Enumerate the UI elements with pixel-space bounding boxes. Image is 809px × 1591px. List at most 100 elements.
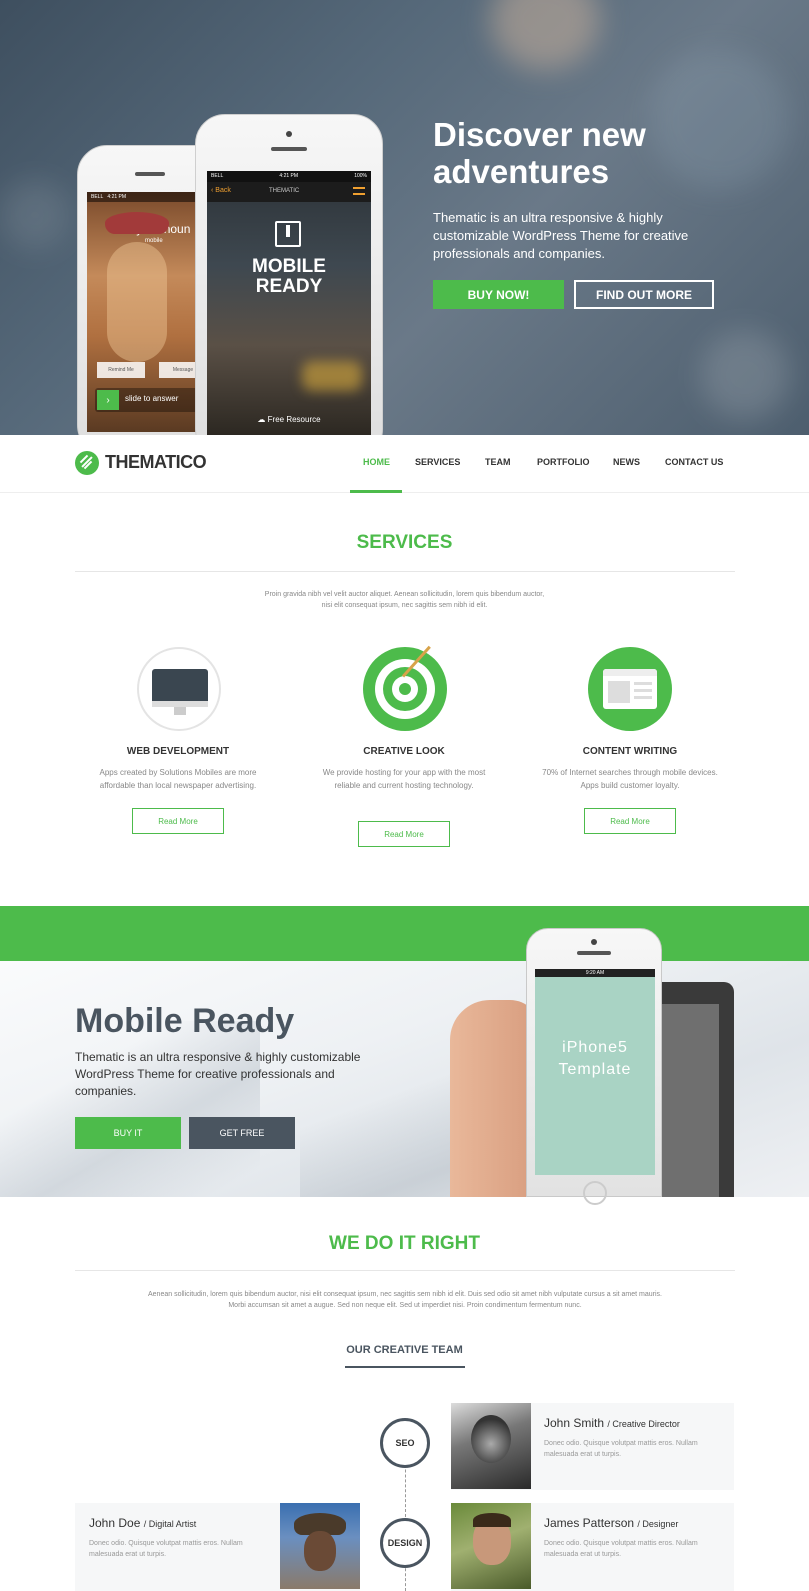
battery-label: 100% (354, 173, 367, 179)
speaker-icon (271, 147, 307, 151)
member-photo (451, 1503, 531, 1589)
back-button[interactable]: ‹ Back (211, 187, 231, 194)
member-name-line: John Smith / Creative Director (544, 1416, 680, 1430)
member-name-line: James Patterson / Designer (544, 1516, 678, 1530)
remind-button[interactable]: Remind Me (97, 362, 145, 378)
nav-item-services[interactable]: SERVICES (415, 457, 460, 467)
buy-it-button[interactable]: BUY IT (75, 1117, 181, 1149)
divider (75, 571, 735, 572)
nav-item-news[interactable]: NEWS (613, 457, 640, 467)
app-screen: BELL 4:21 PM 100% ‹ Back THEMATIC MOBILE… (207, 171, 371, 435)
download-arrow (286, 225, 290, 237)
member-photo (451, 1403, 531, 1489)
nav-item-team[interactable]: TEAM (485, 457, 511, 467)
text-line1: Donec odio. Quisque volutpat mattis eros… (89, 1540, 243, 1547)
services-title: SERVICES (356, 532, 453, 553)
headline-line1: MOBILE (252, 256, 326, 277)
monitor-stand (174, 707, 186, 715)
phone-right: BELL 4:21 PM 100% ‹ Back THEMATIC MOBILE… (195, 114, 383, 435)
divider (75, 1270, 735, 1271)
speaker-icon (135, 172, 165, 176)
nav-item-contact-us[interactable]: CONTACT US (665, 457, 723, 467)
service-title-content-writing: CONTENT WRITING (582, 746, 678, 757)
text-line2: malesuada erat ut turpis. (544, 1551, 622, 1558)
text-line2: malesuada erat ut turpis. (89, 1551, 167, 1558)
member-role: / Creative Director (607, 1419, 680, 1429)
bokeh-light (0, 180, 70, 250)
member-text: Donec odio. Quisque volutpat mattis eros… (544, 1438, 729, 1460)
slide-label: slide to answer (125, 394, 179, 403)
green-band (0, 906, 809, 961)
iphone-status-time: 9:20 AM (535, 969, 655, 977)
photo-person (107, 242, 167, 362)
free-resource-footer: ☁ Free Resource (207, 415, 371, 424)
nav-item-portfolio[interactable]: PORTFOLIO (537, 457, 590, 467)
member-text: Donec odio. Quisque volutpat mattis eros… (544, 1538, 729, 1560)
time-label: 4:21 PM (107, 194, 127, 200)
monitor-icon (137, 647, 221, 731)
home-button[interactable] (583, 1181, 607, 1205)
app-title: THEMATIC (269, 188, 300, 194)
member-face (471, 1415, 511, 1463)
service-text: Apps created by Solutions Mobiles are mo… (99, 768, 257, 790)
member-role: / Digital Artist (143, 1519, 197, 1529)
mobile-ready-headline: MOBILE READY (207, 257, 371, 297)
app-header: ‹ Back THEMATIC (207, 182, 371, 202)
iphone-screen: 9:20 AM iPhone5 Template (535, 969, 655, 1175)
service-title-creative-look: CREATIVE LOOK (363, 746, 445, 757)
text-line1: Donec odio. Quisque volutpat mattis eros… (544, 1440, 698, 1447)
logo-icon[interactable] (75, 451, 99, 475)
speaker-icon (577, 951, 611, 955)
chevron-left-icon[interactable]: ‹ (211, 187, 213, 194)
lead-line1: Proin gravida nibh vel velit auctor aliq… (264, 591, 545, 598)
screen-line2: Template (558, 1061, 632, 1078)
slide-handle-icon[interactable]: › (97, 390, 119, 410)
browser-titlebar (603, 669, 657, 676)
team-card: John Doe / Digital Artist Donec odio. Qu… (75, 1503, 360, 1591)
mobile-ready-title: Mobile Ready (75, 1002, 295, 1040)
browser-window-icon (588, 647, 672, 731)
browser-content (608, 681, 630, 703)
screen-line1: iPhone5 (562, 1039, 628, 1056)
browser-line (634, 682, 652, 685)
read-more-button[interactable]: Read More (358, 821, 450, 847)
iphone-device: 9:20 AM iPhone5 Template (526, 928, 662, 1205)
team-card: John Smith / Creative Director Donec odi… (451, 1403, 734, 1490)
iphone-screen-label: iPhone5 Template (535, 1037, 655, 1081)
headline-line2: READY (255, 276, 323, 297)
buy-now-button[interactable]: BUY NOW! (433, 280, 564, 309)
carrier-label: BELL (211, 173, 224, 179)
bokeh-light (490, 0, 600, 70)
service-title-web-development: WEB DEVELOPMENT (126, 746, 230, 757)
camera-icon (286, 131, 292, 137)
member-name: John Smith (544, 1416, 605, 1430)
status-bar: BELL 4:21 PM 100% (207, 171, 371, 182)
member-name: John Doe (89, 1516, 141, 1530)
member-name-line: John Doe / Digital Artist (89, 1516, 196, 1530)
title-line2: adventures (433, 153, 610, 190)
read-more-button[interactable]: Read More (584, 808, 676, 834)
title-line1: Discover new (433, 116, 646, 153)
member-face (304, 1531, 336, 1571)
hat-shape (105, 212, 169, 234)
member-photo (280, 1503, 360, 1589)
get-free-button[interactable]: GET FREE (189, 1117, 295, 1149)
team-heading-underline (345, 1366, 465, 1368)
nav-item-home[interactable]: HOME (363, 457, 390, 467)
nav-active-indicator (350, 490, 402, 493)
time-label: 4:21 PM (279, 173, 299, 179)
menu-icon[interactable] (353, 187, 365, 195)
hero-section: BELL 4:21 PM Lucy Calhoun mobile Remind … (0, 0, 809, 435)
browser-line (634, 689, 652, 692)
read-more-button[interactable]: Read More (132, 808, 224, 834)
hero-description: Thematic is an ultra responsive & highly… (433, 210, 689, 261)
back-label: Back (215, 187, 231, 194)
team-heading: OUR CREATIVE TEAM (346, 1344, 463, 1356)
services-lead: Proin gravida nibh vel velit auctor aliq… (100, 589, 709, 611)
service-text: 70% of Internet searches through mobile … (542, 768, 718, 790)
we-do-it-right-lead: Aenean sollicitudin, lorem quis bibendum… (75, 1289, 735, 1311)
find-out-more-button[interactable]: FIND OUT MORE (574, 280, 714, 309)
logo-text[interactable]: THEMATICO (105, 452, 207, 473)
member-name: James Patterson (544, 1516, 635, 1530)
mountain-shape (0, 1021, 260, 1197)
